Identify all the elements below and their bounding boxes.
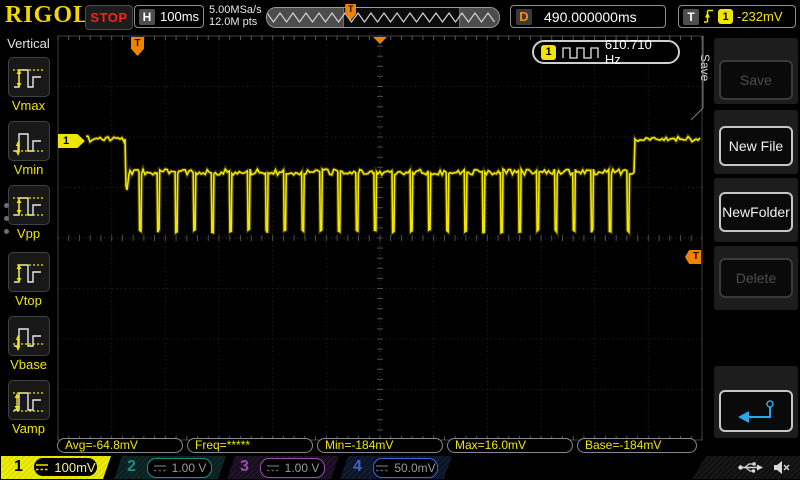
return-arrow-icon: [735, 398, 777, 424]
vmin-icon: [11, 125, 47, 157]
menu-page-dot: [4, 229, 9, 234]
run-state-badge[interactable]: STOP: [85, 5, 133, 30]
oscilloscope-screen: RIGOL STOP H 100ms 5.00MSa/s 12.0M pts T…: [0, 0, 800, 480]
waveform-overview-strip[interactable]: [266, 7, 500, 28]
delete-button[interactable]: Delete: [719, 258, 793, 298]
channel-number: 2: [127, 458, 136, 476]
menu-item-vamp[interactable]: Vamp: [0, 380, 57, 436]
channel-scale-value: 1.00 V: [285, 461, 320, 475]
vmax-icon: [11, 61, 47, 93]
trigger-position-flag[interactable]: T: [131, 37, 144, 56]
measurement-max: Max=16.0mV: [447, 438, 573, 453]
acquisition-info: 5.00MSa/s 12.0M pts: [209, 4, 262, 28]
usb-icon: [737, 460, 764, 475]
trigger-label-badge: T: [683, 9, 699, 25]
coupling-dc-icon: [266, 463, 280, 473]
vpp-icon: [11, 189, 47, 221]
channel-tab-4[interactable]: 4 50.0mV: [340, 456, 452, 479]
menu-page-dot: [4, 203, 9, 208]
menu-page-dot: [4, 216, 9, 221]
scope-display: [0, 0, 800, 480]
frequency-counter: 1 610.710 Hz: [532, 40, 680, 64]
measurement-freq: Freq=*****: [187, 438, 313, 453]
channel-scale-value: 100mV: [54, 460, 95, 475]
new-folder-button[interactable]: NewFolder: [719, 192, 793, 232]
system-status-tab: [692, 456, 800, 479]
trigger-readout[interactable]: T 1 -232mV: [678, 5, 796, 28]
menu-item-vmin[interactable]: Vmin: [0, 121, 57, 177]
delay-icon: D: [516, 9, 532, 25]
vamp-icon: [11, 384, 47, 416]
return-button[interactable]: [719, 390, 793, 432]
trigger-level-flag[interactable]: T: [685, 250, 701, 264]
save-menu-tab-label: Save: [698, 54, 712, 81]
channel-number: 4: [353, 458, 362, 476]
sample-rate: 5.00MSa/s: [209, 4, 262, 16]
square-wave-icon: [562, 46, 599, 59]
channel-number: 1: [14, 458, 23, 476]
menu-item-vmax[interactable]: Vmax: [0, 57, 57, 113]
channel-tab-1[interactable]: 1 100mV: [1, 456, 111, 479]
menu-item-vtop[interactable]: Vtop: [0, 252, 57, 308]
speaker-muted-icon: [773, 460, 790, 475]
rigol-logo: RIGOL: [5, 2, 90, 29]
left-menu-title: Vertical: [0, 36, 57, 51]
measurement-base: Base=-184mV: [577, 438, 697, 453]
memory-depth: 12.0M pts: [209, 16, 262, 28]
freq-value: 610.710 Hz: [605, 37, 671, 67]
screen-center-marker: [373, 37, 387, 44]
timebase-value: 100ms: [160, 9, 199, 24]
menu-item-vbase[interactable]: Vbase: [0, 316, 57, 372]
vertical-measure-menu: Vertical Vmax Vmin: [0, 33, 57, 455]
delay-value: 490.000000ms: [544, 9, 637, 25]
coupling-dc-icon: [35, 462, 49, 472]
channel-scale-value: 50.0mV: [394, 461, 435, 475]
channel-1-marker[interactable]: 1: [58, 134, 85, 148]
channel-tab-2[interactable]: 2 1.00 V: [114, 456, 226, 479]
coupling-dc-icon: [153, 463, 167, 473]
trigger-edge-icon: [703, 8, 714, 25]
vbase-icon: [11, 320, 47, 352]
measurement-min: Min=-184mV: [317, 438, 443, 453]
horizontal-timebase[interactable]: H 100ms: [134, 5, 204, 28]
save-button[interactable]: Save: [719, 60, 793, 100]
channel-number: 3: [240, 458, 249, 476]
channel-status-bar: 1 100mV 2 1.00 V 3 1.00 V 4: [0, 455, 800, 480]
new-file-button[interactable]: New File: [719, 126, 793, 166]
trigger-level-value: -232mV: [737, 9, 783, 24]
delay-readout: D 490.000000ms: [510, 5, 666, 28]
overview-wave: [267, 8, 499, 27]
channel-tab-3[interactable]: 3 1.00 V: [227, 456, 339, 479]
vtop-icon: [11, 256, 47, 288]
horizontal-icon: H: [139, 9, 155, 25]
coupling-dc-icon: [375, 463, 389, 473]
freq-channel-badge: 1: [541, 45, 556, 60]
measurement-avg: Avg=-64.8mV: [57, 438, 183, 453]
trigger-source-badge: 1: [718, 9, 733, 24]
channel-scale-value: 1.00 V: [172, 461, 207, 475]
